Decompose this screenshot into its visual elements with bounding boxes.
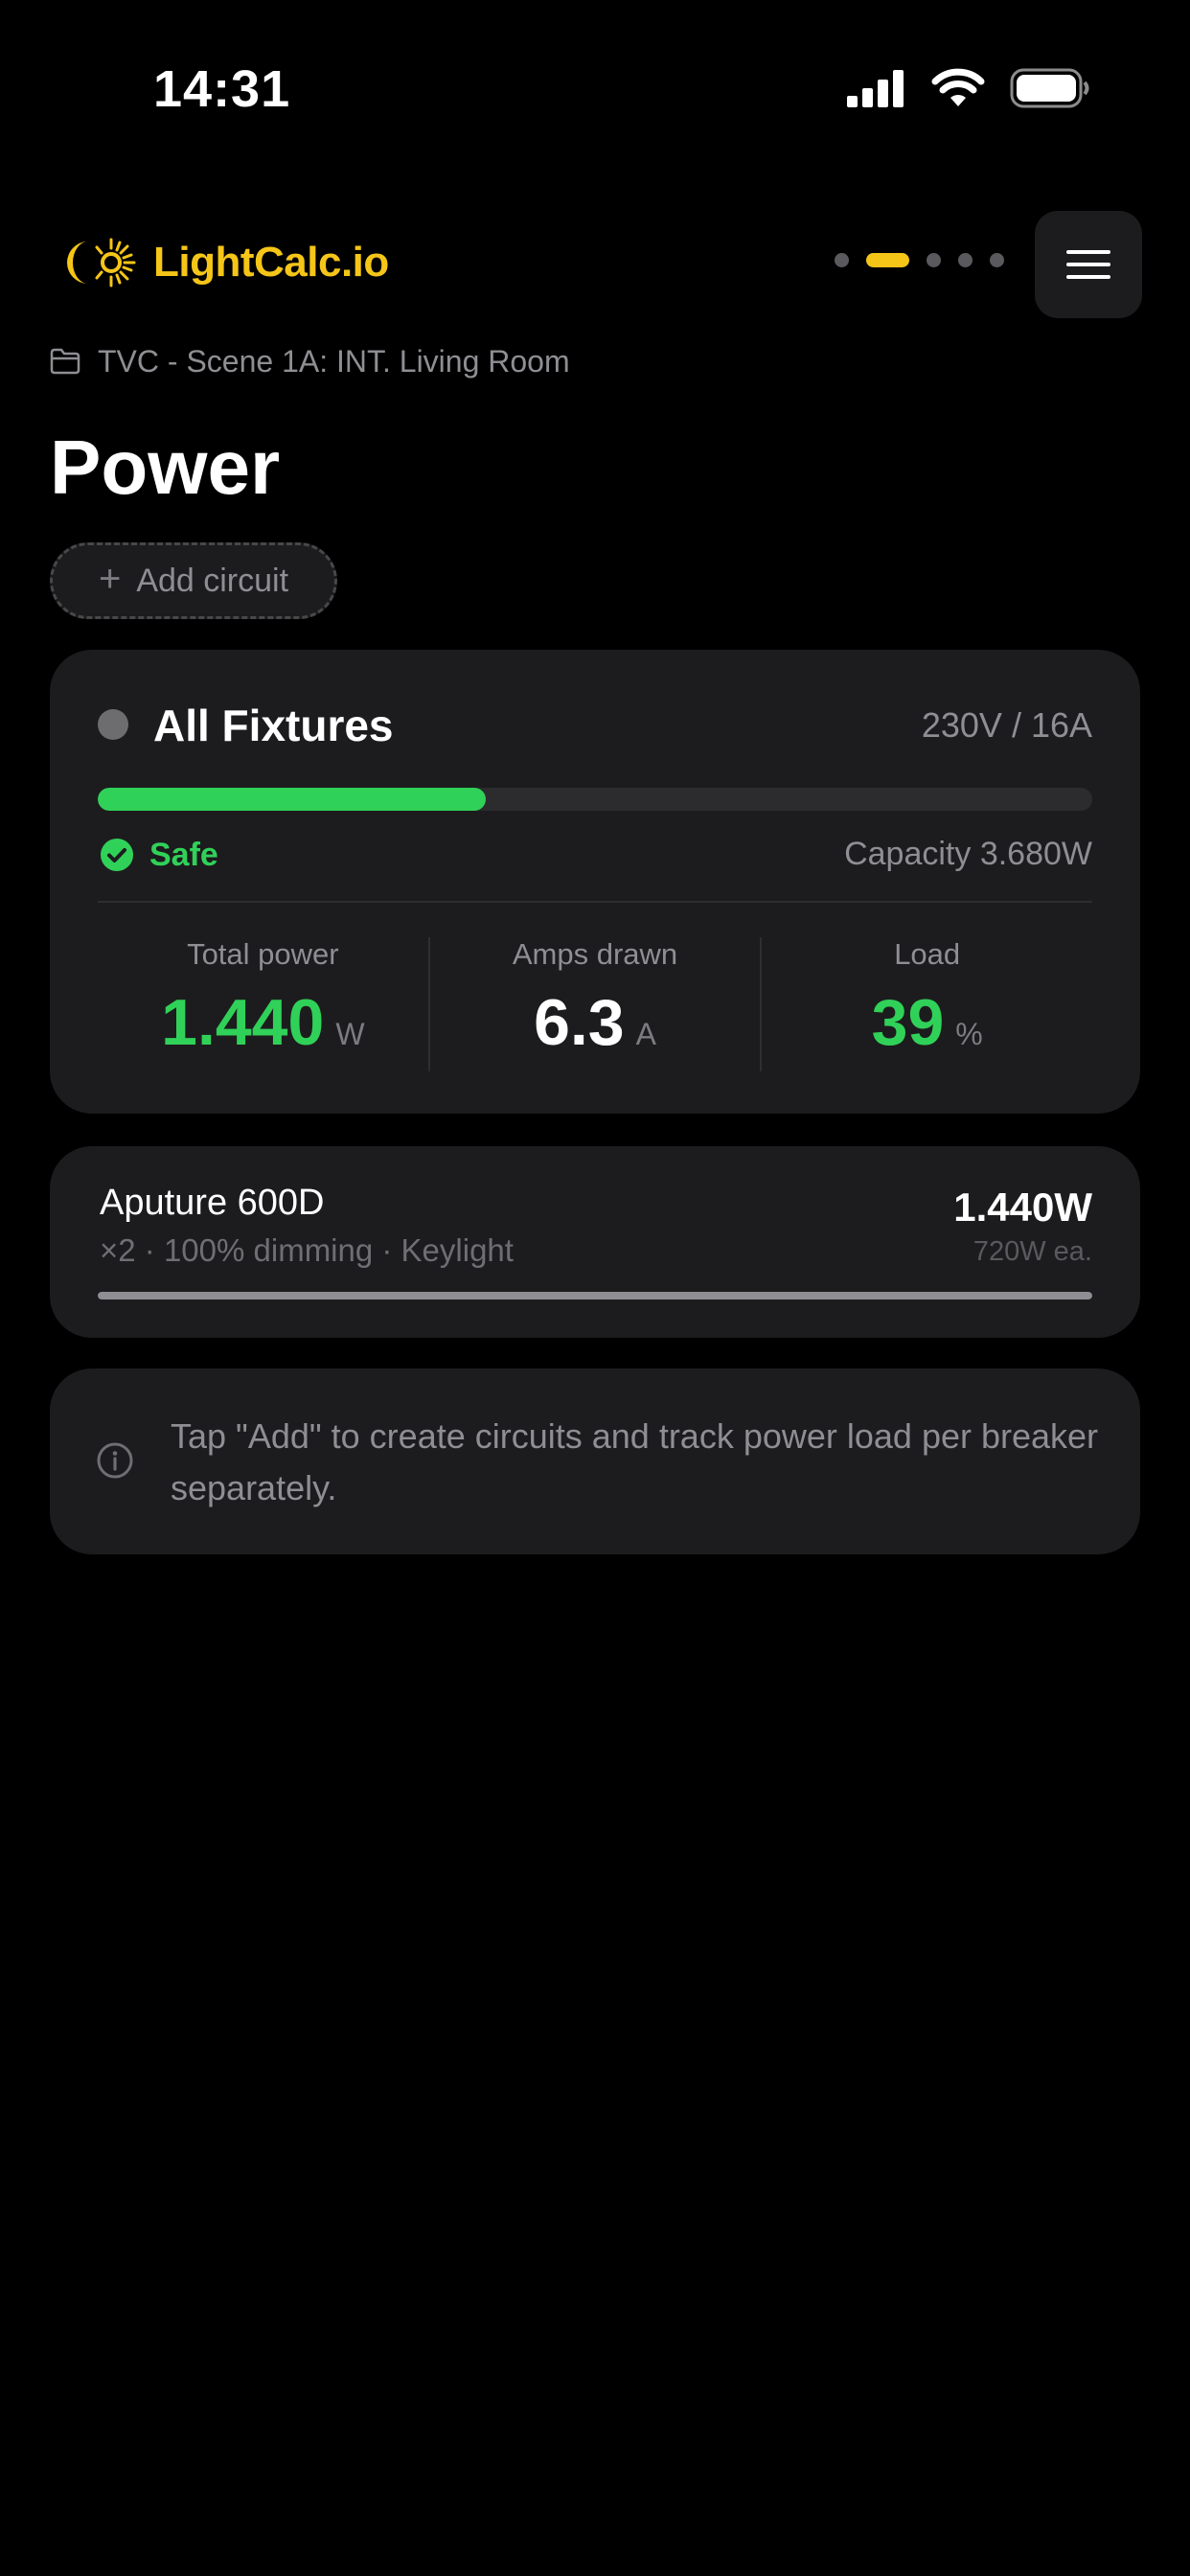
stat-unit: % (955, 1017, 983, 1051)
signal-icon (847, 70, 904, 107)
fixture-watts-each: 720W ea. (973, 1236, 1092, 1267)
info-icon (97, 1442, 133, 1479)
wifi-icon (931, 68, 985, 106)
circuit-card[interactable]: All Fixtures 230V / 16A Safe Capacity 3.… (50, 650, 1140, 1114)
logo-text: LightCalc.io (153, 239, 389, 286)
page-dot[interactable] (958, 253, 973, 267)
stat-label: Load (894, 937, 961, 971)
stat-value: 39 (871, 986, 945, 1059)
battery-icon (1010, 68, 1089, 108)
fixture-share-bar (98, 1292, 1092, 1300)
stat-total-power: Total power 1.440 W (98, 937, 428, 1071)
stat-unit: A (635, 1017, 656, 1051)
stat-label: Amps drawn (512, 937, 678, 971)
fixture-share-fill (98, 1292, 1092, 1300)
stats-row: Total power 1.440 W Amps drawn 6.3 A Loa… (98, 937, 1092, 1071)
stat-value: 1.440 (161, 986, 325, 1059)
status-icons (847, 67, 1090, 109)
sun-logo-icon (67, 238, 136, 288)
folder-icon (50, 348, 80, 375)
plus-icon: + (98, 558, 122, 600)
add-circuit-button[interactable]: + Add circuit (50, 542, 337, 619)
stat-load: Load 39 % (760, 937, 1092, 1071)
safety-status: Safe (100, 834, 218, 876)
stat-amps-drawn: Amps drawn 6.3 A (427, 937, 761, 1071)
power-screen: 14:31 LightCalc.io TVC - Scene 1A: INT. … (0, 0, 1190, 2576)
circuit-status-dot (98, 709, 128, 740)
status-time: 14:31 (153, 60, 291, 118)
load-progress-bar (98, 788, 1092, 811)
load-progress-fill (98, 788, 486, 811)
breadcrumb-text: TVC - Scene 1A: INT. Living Room (98, 343, 570, 379)
app-logo[interactable]: LightCalc.io (59, 234, 389, 291)
page-indicator (835, 253, 1004, 267)
page-dot[interactable] (990, 253, 1004, 267)
page-title: Power (50, 425, 281, 510)
menu-button[interactable] (1035, 211, 1142, 318)
stat-label: Total power (187, 937, 339, 971)
check-circle-icon (101, 839, 133, 871)
stat-value: 6.3 (534, 986, 625, 1059)
page-dot[interactable] (927, 253, 941, 267)
fixture-detail: ×2 · 100% dimming · Keylight (100, 1232, 514, 1268)
fixture-name: Aputure 600D (100, 1183, 325, 1223)
circuit-title: All Fixtures (153, 701, 394, 750)
breadcrumb[interactable]: TVC - Scene 1A: INT. Living Room (50, 341, 570, 381)
stat-unit: W (335, 1017, 365, 1051)
capacity-text: Capacity 3.680W (844, 836, 1092, 872)
fixture-card[interactable]: Aputure 600D 1.440W ×2 · 100% dimming · … (50, 1146, 1140, 1338)
page-dot[interactable] (835, 253, 849, 267)
info-text: Tap "Add" to create circuits and track p… (171, 1416, 1099, 1507)
page-dot[interactable] (866, 253, 909, 267)
add-circuit-label: Add circuit (136, 562, 289, 599)
info-card: Tap "Add" to create circuits and track p… (50, 1368, 1140, 1554)
app-header: LightCalc.io (50, 211, 1142, 318)
divider (98, 901, 1092, 903)
circuit-spec: 230V / 16A (921, 705, 1092, 745)
safety-status-label: Safe (149, 836, 218, 873)
hamburger-menu-icon (1066, 250, 1110, 254)
fixture-watts: 1.440W (953, 1184, 1092, 1230)
